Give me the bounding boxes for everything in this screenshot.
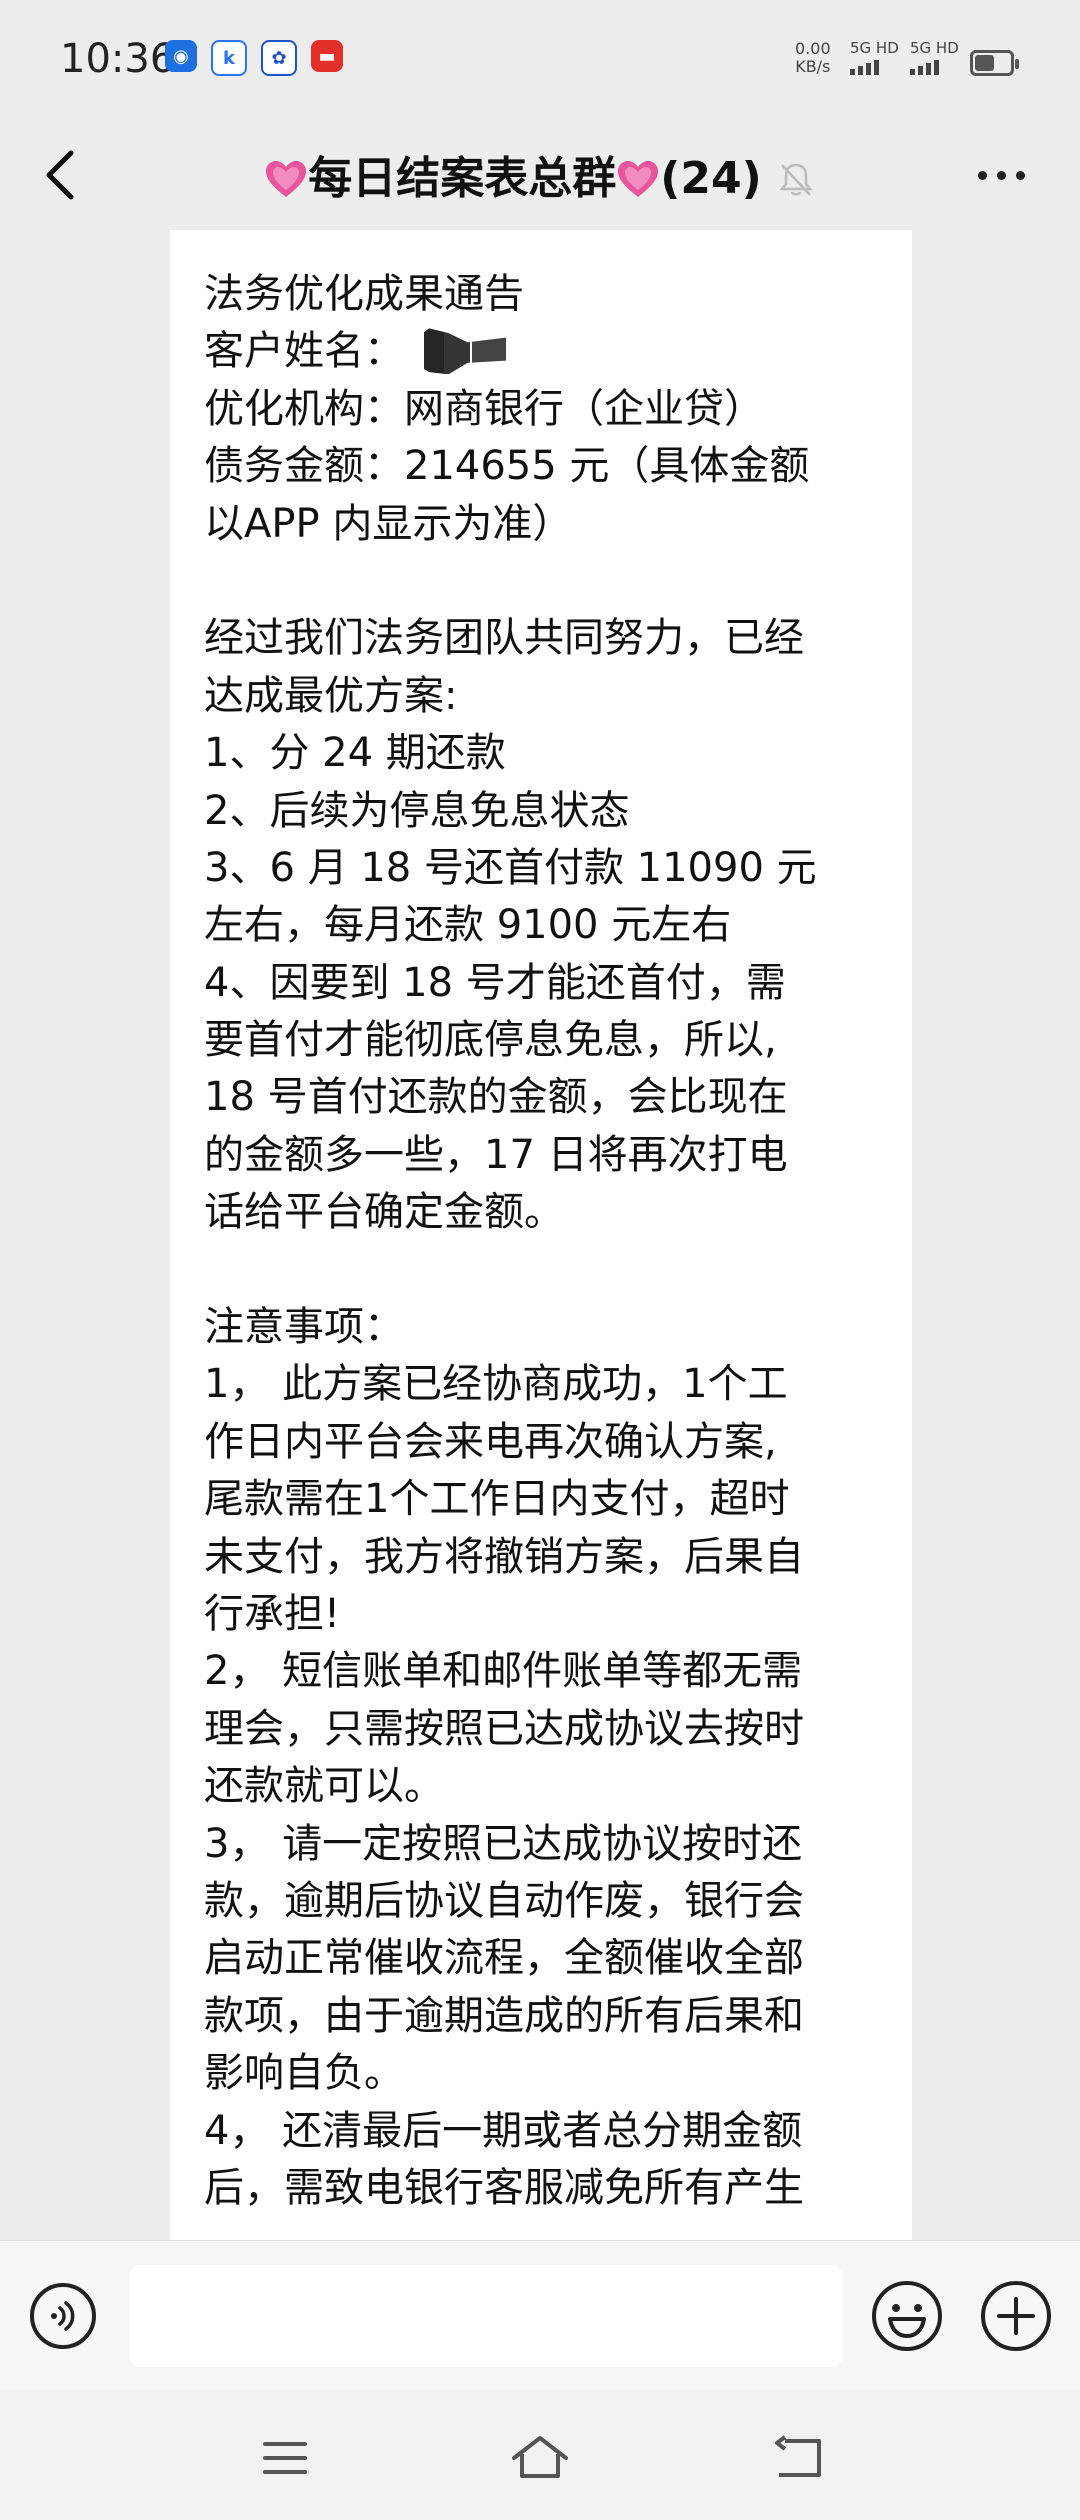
network-speed-unit: KB/s xyxy=(795,57,831,76)
more-options-button[interactable] xyxy=(966,150,1036,200)
message-line: 3、6 月 18 号还首付款 11090 元 xyxy=(204,844,817,891)
menu-nav-button[interactable] xyxy=(245,2418,325,2498)
emoji-icon xyxy=(872,2281,942,2351)
back-nav-button[interactable] xyxy=(758,2418,838,2498)
emoji-button[interactable] xyxy=(870,2279,944,2353)
voice-input-button[interactable] xyxy=(30,2283,96,2349)
message-line: 未支付，我方将撤销方案，后果自 xyxy=(204,1533,804,1580)
message-line: 款，逾期后协议自动作废，银行会 xyxy=(204,1877,804,1924)
red-app-icon: ▬ xyxy=(311,40,343,72)
message-line: 话给平台确定金额。 xyxy=(204,1189,564,1236)
input-bar xyxy=(0,2240,1080,2391)
network-speed-value: 0.00 xyxy=(795,39,831,58)
message-line: 法务优化成果通告 xyxy=(204,271,524,317)
home-nav-button[interactable] xyxy=(500,2418,580,2498)
message-line: 的金额多一些，17 日将再次打电 xyxy=(204,1131,788,1178)
message-line: 以APP 内显示为准） xyxy=(204,500,573,547)
mute-bell-icon xyxy=(779,163,813,196)
message-line: 优化机构：网商银行（企业贷） xyxy=(204,385,764,432)
add-more-button[interactable] xyxy=(979,2279,1053,2353)
message-line: 1、分 24 期还款 xyxy=(204,730,506,777)
battery-level xyxy=(975,55,994,71)
message-line: 还款就可以。 xyxy=(204,1763,444,1810)
message-line: 2、后续为停息免息状态 xyxy=(204,787,630,834)
status-time: 10:36 xyxy=(60,36,176,82)
message-line: 1， 此方案已经协商成功，1个工 xyxy=(204,1361,788,1408)
message-line: 理会，只需按照已达成协议去按时 xyxy=(204,1705,804,1752)
dot-icon xyxy=(977,170,987,180)
message-line: 启动正常催收流程，全额催收全部 xyxy=(204,1935,804,1982)
message-line: 行承担! xyxy=(204,1590,341,1637)
chat-title: 每日结案表总群 (24) xyxy=(0,142,1080,206)
signal-label-1: 5G HD xyxy=(850,39,899,57)
message-line: 2， 短信账单和邮件账单等都无需 xyxy=(204,1648,803,1695)
signal-strength-1: 5G HD xyxy=(850,40,899,75)
plus-icon xyxy=(981,2281,1051,2351)
message-line: 尾款需在1个工作日内支付，超时 xyxy=(204,1476,790,1523)
message-line: 后，需致电银行客服减免所有产生 xyxy=(204,2164,804,2211)
bank-app-icon: ◉ xyxy=(165,40,197,72)
message-line: 要首付才能彻底停息免息，所以, xyxy=(204,1017,777,1064)
message-line: 4， 还清最后一期或者总分期金额 xyxy=(204,2107,803,2154)
heart-icon xyxy=(266,161,307,197)
message-bubble[interactable]: 法务优化成果通告客户姓名： 优化机构：网商银行（企业贷） 债务金额：214655 元… xyxy=(170,230,912,2240)
signal-strength-2: 5G HD xyxy=(910,40,959,75)
battery-icon xyxy=(970,50,1019,76)
chat-title-text: 每日结案表总群 xyxy=(308,153,617,204)
network-speed: 0.00 KB/s xyxy=(795,40,831,76)
chat-header: 每日结案表总群 (24) xyxy=(0,120,1080,230)
redacted-name-mosaic xyxy=(410,328,506,375)
message-line: 经过我们法务团队共同努力，已经 xyxy=(204,615,804,662)
member-count: (24) xyxy=(660,153,762,204)
dot-icon xyxy=(1015,170,1025,180)
signal-label-2: 5G HD xyxy=(910,39,959,57)
message-line: 客户姓名： xyxy=(204,323,880,380)
message-line: 左右，每月还款 9100 元左右 xyxy=(204,902,732,949)
notification-icons: ◉ k ✿ ▬ xyxy=(165,40,343,76)
voice-icon xyxy=(51,2301,75,2331)
home-icon xyxy=(512,2436,568,2478)
status-bar: 10:36 ◉ k ✿ ▬ 0.00 KB/s 5G HD 5G HD xyxy=(0,0,1080,120)
system-nav-bar xyxy=(0,2390,1080,2520)
dot-icon xyxy=(996,170,1006,180)
message-line: 18 号首付还款的金额，会比现在 xyxy=(204,1074,788,1121)
message-text: 法务优化成果通告客户姓名： 优化机构：网商银行（企业贷） 债务金额：214655 元… xyxy=(170,230,912,2217)
message-line: 债务金额：214655 元（具体金额 xyxy=(204,443,810,490)
message-line: 注意事项： xyxy=(204,1304,404,1351)
message-line: 款项，由于逾期造成的所有后果和 xyxy=(204,1992,804,2039)
message-line: 3， 请一定按照已达成协议按时还 xyxy=(204,1820,803,1867)
baidu-app-icon: ✿ xyxy=(261,40,297,76)
message-line: 4、因要到 18 号才能还首付，需 xyxy=(204,959,786,1006)
message-line: 影响自负。 xyxy=(204,2050,404,2097)
message-line: 达成最优方案: xyxy=(204,672,458,719)
back-arrow-icon xyxy=(775,2435,821,2477)
message-input[interactable] xyxy=(130,2265,842,2367)
heart-icon xyxy=(618,161,659,197)
message-line: 作日内平台会来电再次确认方案, xyxy=(204,1418,777,1465)
menu-icon xyxy=(263,2442,307,2474)
k-app-icon: k xyxy=(211,40,247,76)
